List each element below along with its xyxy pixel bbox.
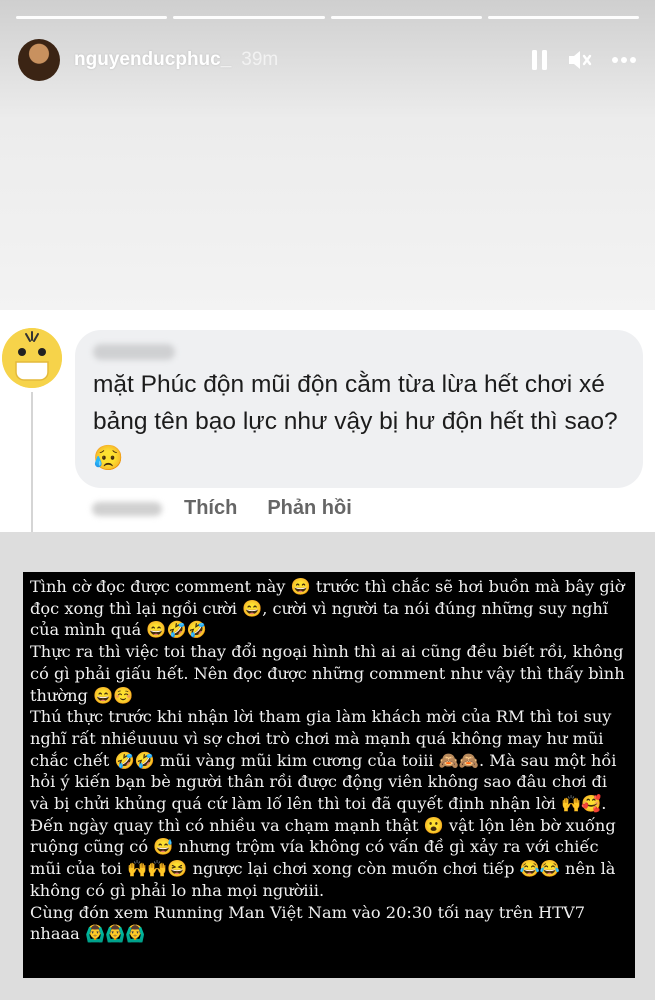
like-button[interactable]: Thích bbox=[184, 497, 237, 520]
profile-avatar[interactable] bbox=[18, 39, 60, 81]
comment-text: mặt Phúc độn mũi độn cằm từa lừa hết chơ… bbox=[93, 371, 618, 472]
reply-button[interactable]: Phản hồi bbox=[267, 497, 351, 520]
progress-segment bbox=[173, 16, 325, 19]
post-time: 39m bbox=[241, 49, 279, 70]
progress-segment bbox=[330, 16, 482, 19]
commenter-avatar bbox=[2, 328, 62, 388]
progress-segment bbox=[487, 16, 639, 19]
thread-line bbox=[31, 392, 33, 532]
blurred-comment-time bbox=[92, 501, 162, 516]
story-header: nguyenducphuc_ 39m bbox=[18, 38, 637, 82]
username[interactable]: nguyenducphuc_ bbox=[74, 49, 231, 71]
story-controls bbox=[531, 49, 637, 71]
comment-actions: Thích Phản hồi bbox=[92, 497, 382, 520]
comment-bubble: mặt Phúc độn mũi độn cằm từa lừa hết chơ… bbox=[75, 330, 643, 488]
speaker-muted-icon[interactable] bbox=[567, 49, 593, 71]
story-progress-bar bbox=[16, 16, 639, 19]
more-icon[interactable] bbox=[611, 56, 637, 64]
pause-icon[interactable] bbox=[531, 49, 549, 71]
caption-box: Tình cờ đọc được comment này 😄 trước thì… bbox=[23, 572, 635, 978]
blurred-commenter-name bbox=[93, 344, 175, 360]
progress-segment bbox=[16, 16, 168, 19]
caption-text: Tình cờ đọc được comment này 😄 trước thì… bbox=[30, 577, 625, 944]
